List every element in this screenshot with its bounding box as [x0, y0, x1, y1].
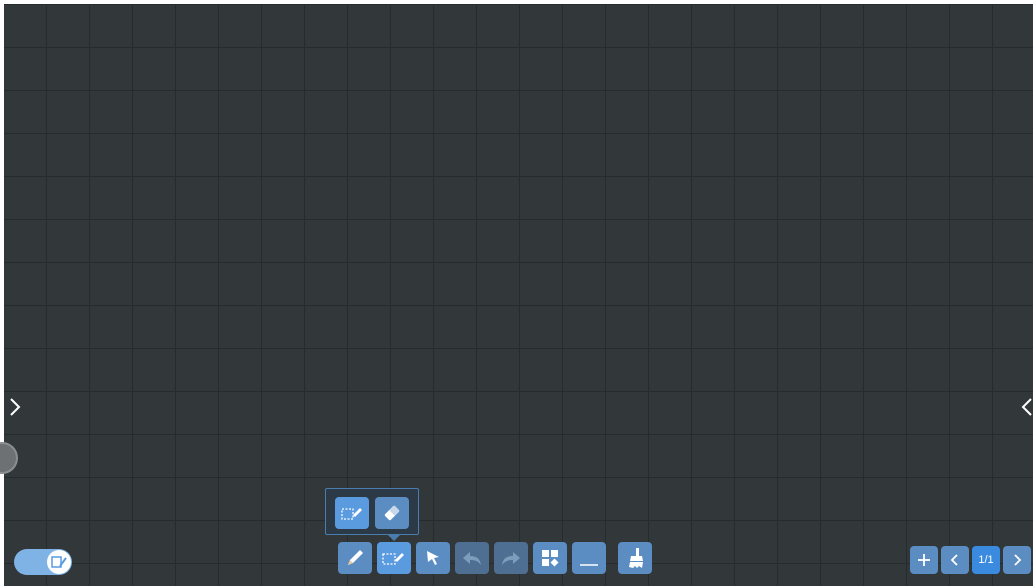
- box-eraser-icon: [341, 508, 362, 520]
- box-eraser-option[interactable]: [335, 497, 369, 529]
- redo-button[interactable]: [494, 542, 528, 574]
- add-page-button[interactable]: [910, 546, 938, 574]
- next-page-button[interactable]: [1003, 546, 1031, 574]
- box-eraser-icon: [382, 553, 404, 565]
- plus-icon: [918, 554, 930, 566]
- shapes-icon: [542, 550, 559, 567]
- left-panel-chevron-right-icon[interactable]: [8, 396, 22, 418]
- popup-caret: [388, 535, 400, 541]
- eraser-icon: [384, 505, 400, 521]
- eraser-option[interactable]: [375, 497, 409, 529]
- line-tool-button[interactable]: [572, 542, 606, 574]
- broom-icon: [629, 548, 643, 568]
- right-panel-chevron-left-icon[interactable]: [1020, 396, 1033, 418]
- prev-page-button[interactable]: [941, 546, 969, 574]
- chevron-left-icon: [950, 554, 958, 566]
- page-indicator: 1/1: [972, 546, 1000, 574]
- shapes-tool-button[interactable]: [533, 542, 567, 574]
- clear-board-button[interactable]: [618, 542, 652, 574]
- pen-window-icon: [47, 550, 71, 574]
- mode-toggle[interactable]: [14, 549, 72, 575]
- redo-icon: [502, 552, 520, 565]
- whiteboard-canvas[interactable]: [4, 4, 1033, 586]
- select-tool-button[interactable]: [416, 542, 450, 574]
- undo-icon: [463, 552, 481, 565]
- eraser-options-popup: [325, 488, 419, 541]
- line-icon: [580, 564, 598, 566]
- undo-button[interactable]: [455, 542, 489, 574]
- eraser-tool-button[interactable]: [377, 542, 411, 574]
- chevron-right-icon: [1014, 554, 1022, 566]
- cursor-arrow-icon: [427, 551, 439, 565]
- pen-tool-button[interactable]: [338, 542, 372, 574]
- pencil-icon: [348, 550, 363, 565]
- page-indicator-label: 1/1: [978, 554, 994, 566]
